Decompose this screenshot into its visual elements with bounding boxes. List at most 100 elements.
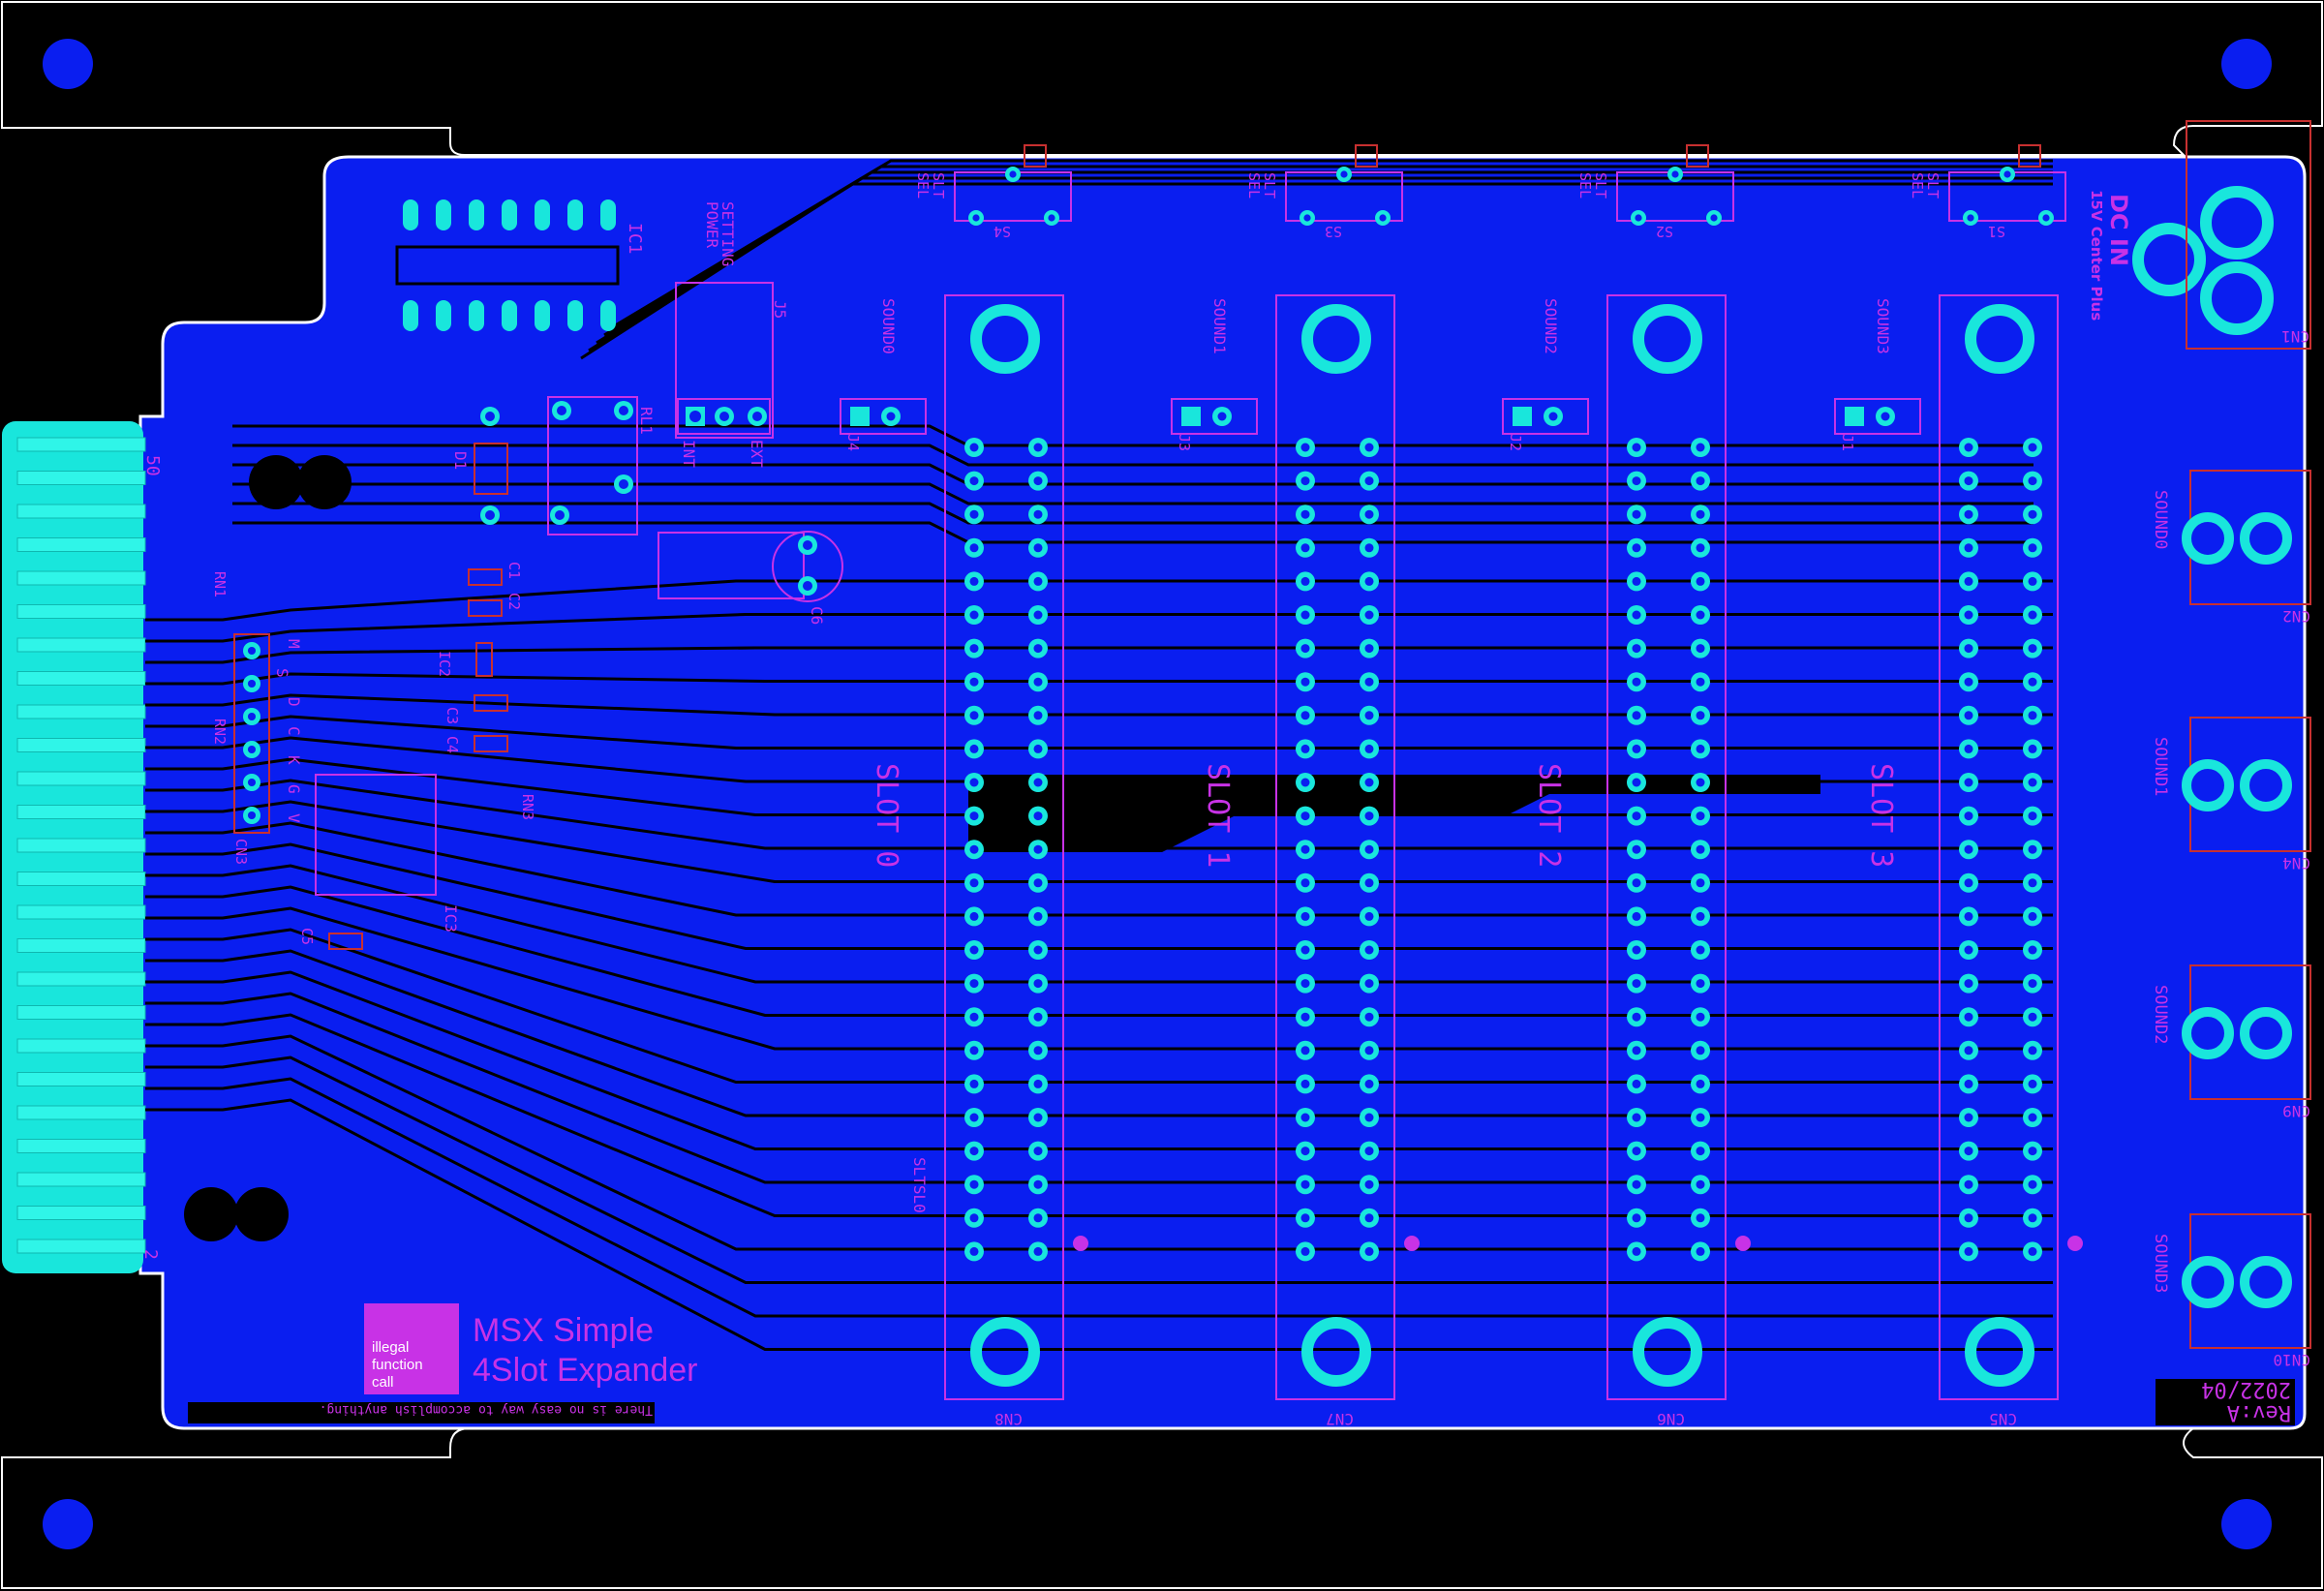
revision-label: Rev:A xyxy=(2227,1400,2291,1424)
pad-hole xyxy=(1632,778,1641,787)
ic1-label: IC1 xyxy=(625,223,645,255)
pin1-marker xyxy=(1735,1236,1751,1251)
pad-hole xyxy=(1300,1079,1310,1088)
edge-finger xyxy=(16,805,146,819)
slot-select-label-2: SEL xyxy=(1576,172,1594,199)
pad-hole xyxy=(1033,476,1043,486)
cn3-pin-letter: G xyxy=(285,784,303,794)
edge-finger xyxy=(16,471,146,485)
pad-hole xyxy=(1964,509,1973,519)
cn3-pin-letter: V xyxy=(285,813,303,823)
pad-hole xyxy=(1964,1113,1973,1122)
pad-hole xyxy=(1364,1079,1374,1088)
pad-hole xyxy=(1964,844,1973,854)
pad-hole xyxy=(2028,644,2037,654)
motto-text: There is no easy way to accomplish anyth… xyxy=(320,1402,653,1417)
pad-hole xyxy=(1696,1147,1705,1156)
switch-label: S4 xyxy=(994,223,1011,240)
jumper-label: J2 xyxy=(1507,434,1524,451)
pad-hole xyxy=(1300,878,1310,888)
pad-hole xyxy=(1300,576,1310,586)
pad-hole xyxy=(1696,744,1705,753)
pad-hole xyxy=(1300,644,1310,654)
pad-hole xyxy=(886,412,896,421)
pad-hole xyxy=(1632,945,1641,955)
edge-finger xyxy=(16,437,146,452)
pad-hole xyxy=(1964,1179,1973,1189)
edge-finger xyxy=(16,637,146,653)
pad-hole xyxy=(1696,576,1705,586)
pad-hole xyxy=(1300,811,1310,821)
pad-hole xyxy=(1964,1147,1973,1156)
pad-hole xyxy=(1696,677,1705,687)
pad-hole xyxy=(969,644,979,654)
pad-hole xyxy=(1033,509,1043,519)
pad-hole xyxy=(2028,1046,2037,1056)
logo-line-1: illegal xyxy=(372,1339,409,1356)
edge-finger xyxy=(16,537,146,552)
pad-hole xyxy=(2028,543,2037,553)
cn1-label: CN1 xyxy=(2281,327,2309,346)
pad-hole xyxy=(2028,878,2037,888)
pad-hole xyxy=(2028,1079,2037,1088)
audio-output-label: SOUND2 xyxy=(2151,985,2170,1044)
pad-hole xyxy=(1696,811,1705,821)
slot-label: SLOT 2 xyxy=(1532,763,1566,868)
pad-hole xyxy=(1632,1113,1641,1122)
pad-hole xyxy=(1033,979,1043,989)
slot-sound-label: SOUND0 xyxy=(879,298,898,354)
pad-hole xyxy=(1033,1046,1043,1056)
pad-hole xyxy=(1964,1213,1973,1223)
ic1-pin xyxy=(469,199,484,230)
pad-hole xyxy=(1048,214,1055,222)
pad-hole xyxy=(247,745,257,754)
cn3-label: CN3 xyxy=(232,839,250,865)
pad-hole xyxy=(2028,778,2037,787)
ext-label: EXT xyxy=(748,440,766,468)
pad-hole xyxy=(1033,1246,1043,1256)
pad-hole xyxy=(1364,1246,1374,1256)
pad-hole xyxy=(1364,778,1374,787)
pad-hole xyxy=(969,979,979,989)
pad-hole xyxy=(1696,443,1705,452)
pad-hole xyxy=(1635,214,1642,222)
edge-pin-50-label: 50 xyxy=(142,455,163,476)
pad-hole xyxy=(1364,844,1374,854)
pad-hole xyxy=(2028,1012,2037,1022)
pad-hole xyxy=(1300,1046,1310,1056)
pad-hole xyxy=(1300,844,1310,854)
pad-hole xyxy=(2028,711,2037,720)
pad-hole xyxy=(1964,711,1973,720)
mounting-hole-top-left xyxy=(43,39,93,89)
rn2-label: RN2 xyxy=(211,719,229,745)
pad-hole xyxy=(1300,677,1310,687)
pad-hole xyxy=(1364,945,1374,955)
ic1-pin xyxy=(502,300,517,331)
pad-hole xyxy=(969,1179,979,1189)
switch-label: S1 xyxy=(1988,223,2005,240)
logo-line-3: call xyxy=(372,1374,394,1391)
pad-hole xyxy=(1964,1046,1973,1056)
pad-hole xyxy=(1300,1012,1310,1022)
pad-hole xyxy=(1964,811,1973,821)
pad-hole xyxy=(1632,744,1641,753)
pad-hole xyxy=(1632,443,1641,452)
pad-hole xyxy=(1033,811,1043,821)
pad-hole xyxy=(969,778,979,787)
board-title-line-2: 4Slot Expander xyxy=(473,1352,698,1389)
slot-connector-label: CN8 xyxy=(994,1410,1023,1428)
illegal-function-call-logo: illegal function call xyxy=(364,1303,459,1394)
slot-select-label-2: SEL xyxy=(1909,172,1926,199)
pad-hole xyxy=(1033,1113,1043,1122)
pad-hole xyxy=(1033,677,1043,687)
pad-hole xyxy=(1632,1213,1641,1223)
pad-hole xyxy=(1033,576,1043,586)
mounting-hole-top-right xyxy=(2221,39,2272,89)
pad-hole xyxy=(1696,878,1705,888)
pad-hole xyxy=(1696,1046,1705,1056)
jumper-label: J1 xyxy=(1839,434,1856,451)
audio-connector-label: CN10 xyxy=(2273,1351,2310,1369)
pad-hole xyxy=(1881,412,1890,421)
pad-hole xyxy=(1632,509,1641,519)
pad-hole xyxy=(1364,1046,1374,1056)
